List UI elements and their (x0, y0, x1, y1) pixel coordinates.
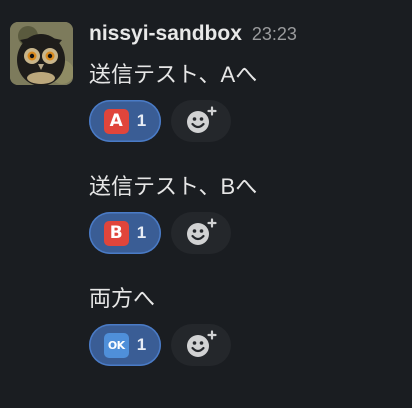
message-header: nissyi-sandbox 23:23 (89, 22, 297, 50)
reaction-count: 1 (136, 223, 147, 242)
reaction-bar: A 1 (89, 100, 257, 142)
message-item: 送信テスト、Aへ A 1 (89, 60, 257, 142)
b-button-emoji-icon: B (103, 220, 129, 246)
a-button-emoji-icon: A (103, 108, 129, 134)
message-text: 送信テスト、Aへ (89, 62, 258, 87)
reaction-pill[interactable]: A 1 (89, 100, 161, 142)
reaction-count: 1 (136, 335, 147, 354)
add-reaction-icon (187, 106, 217, 133)
add-reaction-button[interactable] (171, 324, 231, 366)
add-reaction-button[interactable] (171, 212, 231, 254)
username[interactable]: nissyi-sandbox (89, 22, 242, 46)
owl-avatar-icon (10, 22, 73, 85)
reaction-pill[interactable]: OK 1 (89, 324, 161, 366)
message-item: 両方へ OK 1 (89, 284, 231, 366)
reaction-bar: B 1 (89, 212, 257, 254)
timestamp[interactable]: 23:23 (252, 24, 297, 45)
message-text: 両方へ (89, 286, 156, 311)
ok-button-emoji-icon: OK (103, 332, 129, 358)
reaction-count: 1 (136, 111, 147, 130)
reaction-bar: OK 1 (89, 324, 231, 366)
avatar[interactable] (10, 22, 73, 85)
message-text: 送信テスト、Bへ (89, 174, 258, 199)
reaction-pill[interactable]: B 1 (89, 212, 161, 254)
message-item: 送信テスト、Bへ B 1 (89, 172, 257, 254)
add-reaction-button[interactable] (171, 100, 231, 142)
add-reaction-icon (187, 330, 217, 357)
add-reaction-icon (187, 218, 217, 245)
